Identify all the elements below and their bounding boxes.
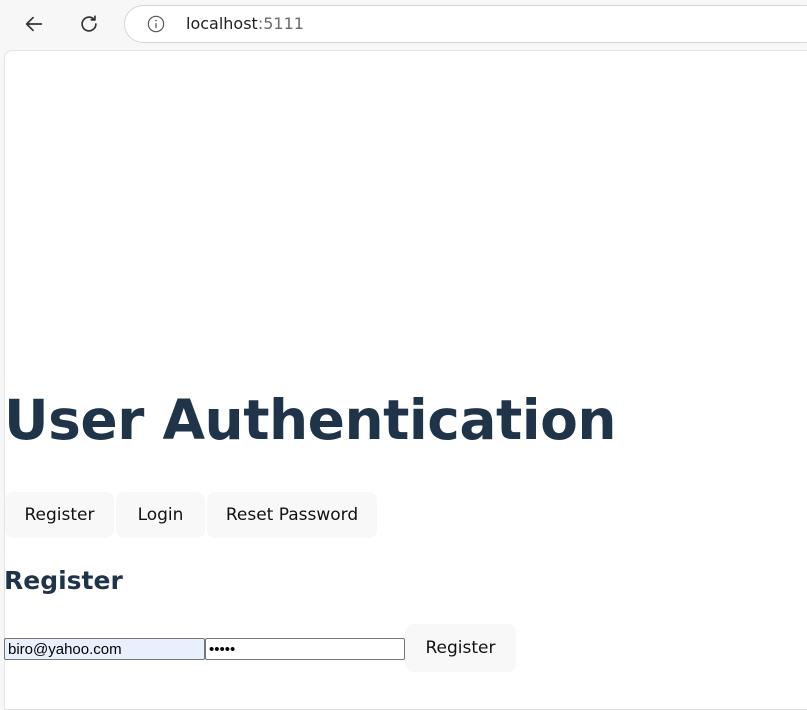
back-button[interactable]	[18, 8, 50, 40]
address-bar[interactable]: localhost:5111	[124, 5, 807, 43]
section-title: Register	[4, 566, 123, 595]
password-field[interactable]	[205, 638, 405, 660]
reload-icon	[81, 15, 97, 32]
page-title: User Authentication	[4, 388, 617, 452]
reload-button[interactable]	[73, 8, 105, 40]
reset-password-mode-button[interactable]: Reset Password	[207, 492, 377, 538]
page-viewport	[4, 50, 807, 710]
back-arrow-icon	[25, 16, 43, 32]
register-mode-button[interactable]: Register	[5, 492, 114, 538]
login-mode-button[interactable]: Login	[116, 492, 205, 538]
url-text[interactable]: localhost:5111	[186, 14, 304, 33]
url-host: localhost	[186, 14, 258, 33]
url-port: :5111	[257, 14, 304, 33]
browser-toolbar: localhost:5111	[0, 0, 807, 50]
email-field[interactable]	[4, 638, 205, 660]
register-submit-button[interactable]: Register	[405, 624, 516, 672]
info-icon[interactable]	[147, 15, 165, 33]
